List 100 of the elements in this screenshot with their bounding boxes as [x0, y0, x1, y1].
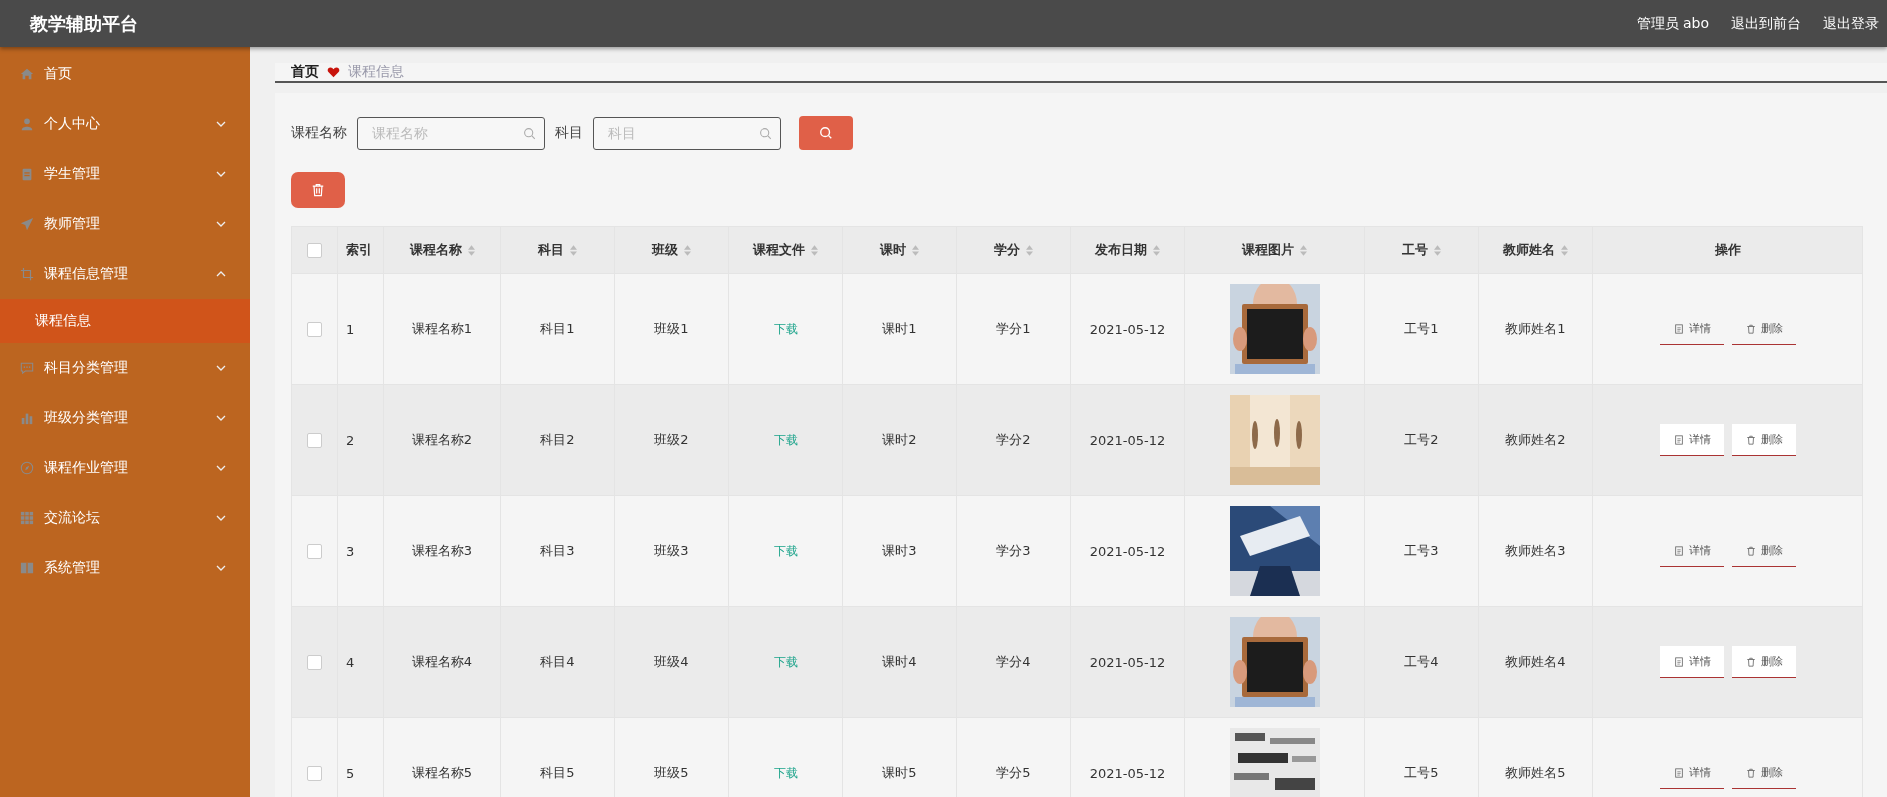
sort-icon[interactable]	[1026, 244, 1033, 256]
download-link[interactable]: 下载	[773, 431, 798, 449]
table-cell: 学分2	[996, 431, 1031, 449]
delete-button[interactable]	[291, 172, 345, 208]
sidebar-item[interactable]: 课程信息管理	[0, 249, 250, 299]
header-link[interactable]: 退出到前台	[1731, 14, 1801, 33]
sort-icon[interactable]	[1153, 244, 1160, 256]
table-cell: 工号4	[1404, 653, 1439, 671]
table-cell: 科目2	[540, 431, 575, 449]
trash-icon	[1745, 656, 1756, 667]
chevron-icon	[216, 465, 226, 471]
table-cell: 4	[346, 654, 355, 670]
sort-icon[interactable]	[1300, 244, 1307, 256]
table-cell: 课时2	[882, 431, 917, 449]
sidebar-item[interactable]: 首页	[0, 49, 250, 99]
sidebar-item[interactable]: 学生管理	[0, 149, 250, 199]
breadcrumb-link[interactable]: 首页	[291, 63, 319, 81]
select-all-checkbox[interactable]	[307, 242, 322, 258]
chevron-icon	[216, 565, 226, 571]
delete-row-button[interactable]: 删除	[1732, 646, 1796, 678]
table-cell: 课时3	[882, 542, 917, 560]
header-link[interactable]: 退出登录	[1823, 14, 1879, 33]
table-cell: 课时5	[882, 764, 917, 782]
row-checkbox[interactable]	[307, 543, 322, 559]
download-link[interactable]: 下载	[773, 764, 798, 782]
column-header: 教师姓名	[1503, 241, 1555, 259]
sidebar-item[interactable]: 课程作业管理	[0, 443, 250, 493]
sidebar-item[interactable]: 系统管理	[0, 543, 250, 593]
sidebar-item[interactable]: 交流论坛	[0, 493, 250, 543]
app-title: 教学辅助平台	[30, 11, 138, 36]
breadcrumb-link[interactable]: 课程信息	[348, 63, 404, 81]
search-field[interactable]: 课程名称	[357, 116, 545, 150]
table-cell: 工号5	[1404, 764, 1439, 782]
document-icon	[1673, 656, 1684, 667]
paper-plane-icon	[20, 217, 34, 231]
column-header: 科目	[538, 241, 564, 259]
search-icon	[819, 126, 833, 140]
details-button[interactable]: 详情	[1660, 646, 1724, 678]
field-label: 课程名称	[291, 124, 347, 142]
sort-icon[interactable]	[811, 244, 818, 256]
table-cell: 2021-05-12	[1089, 654, 1166, 670]
row-checkbox[interactable]	[307, 432, 322, 448]
trash-icon	[1745, 434, 1756, 445]
delete-row-button[interactable]: 删除	[1732, 757, 1796, 789]
search-button[interactable]	[799, 116, 853, 150]
sidebar-item[interactable]: 科目分类管理	[0, 343, 250, 393]
document-icon	[1673, 434, 1684, 445]
table-cell: 2021-05-12	[1089, 321, 1166, 337]
sort-icon[interactable]	[684, 244, 691, 256]
table-cell: 5	[346, 765, 355, 781]
row-checkbox[interactable]	[307, 321, 322, 337]
column-header: 工号	[1402, 241, 1428, 259]
sort-icon[interactable]	[1434, 244, 1441, 256]
chevron-icon	[216, 171, 226, 177]
table-cell: 班级1	[654, 320, 689, 338]
delete-row-button[interactable]: 删除	[1732, 313, 1796, 345]
chevron-icon	[216, 415, 226, 421]
search-field[interactable]: 科目	[593, 116, 781, 150]
table-cell: 科目3	[540, 542, 575, 560]
sort-icon[interactable]	[467, 244, 475, 256]
details-button[interactable]: 详情	[1660, 757, 1724, 789]
row-checkbox[interactable]	[307, 765, 322, 781]
table-cell: 工号2	[1404, 431, 1439, 449]
sort-icon[interactable]	[1561, 244, 1568, 256]
table-cell: 2021-05-12	[1089, 432, 1166, 448]
home-icon	[20, 67, 34, 81]
sidebar-subitem[interactable]: 课程信息	[0, 299, 250, 343]
trash-icon	[1745, 323, 1756, 334]
column-header: 索引	[346, 241, 372, 259]
details-button[interactable]: 详情	[1660, 535, 1724, 567]
details-button[interactable]: 详情	[1660, 313, 1724, 345]
delete-row-button[interactable]: 删除	[1732, 535, 1796, 567]
table-cell: 班级2	[654, 431, 689, 449]
download-link[interactable]: 下载	[773, 320, 798, 338]
document-icon	[1673, 767, 1684, 778]
sort-icon[interactable]	[912, 244, 919, 256]
sidebar-item[interactable]: 教师管理	[0, 199, 250, 249]
sidebar-item[interactable]: 个人中心	[0, 99, 250, 149]
row-checkbox[interactable]	[307, 654, 322, 670]
table-cell: 工号1	[1404, 320, 1439, 338]
field-label: 科目	[555, 124, 583, 142]
table-cell: 教师姓名1	[1505, 320, 1566, 338]
download-link[interactable]: 下载	[773, 653, 798, 671]
sidebar-item[interactable]: 班级分类管理	[0, 393, 250, 443]
trash-icon	[311, 183, 325, 197]
table-cell: 课时1	[882, 320, 917, 338]
download-link[interactable]: 下载	[773, 542, 798, 560]
clipboard-icon	[20, 167, 34, 181]
header-link[interactable]: 管理员 abo	[1636, 14, 1709, 33]
chevron-icon	[216, 515, 226, 521]
table-cell: 1	[346, 321, 355, 337]
sort-icon[interactable]	[570, 244, 577, 256]
table-cell: 2	[346, 432, 355, 448]
table-cell: 教师姓名4	[1505, 653, 1566, 671]
table-cell: 2021-05-12	[1089, 543, 1166, 559]
chevron-icon	[216, 121, 226, 127]
details-button[interactable]: 详情	[1660, 424, 1724, 456]
table-cell: 课程名称5	[411, 764, 473, 782]
delete-row-button[interactable]: 删除	[1732, 424, 1796, 456]
chevron-icon	[216, 271, 226, 277]
